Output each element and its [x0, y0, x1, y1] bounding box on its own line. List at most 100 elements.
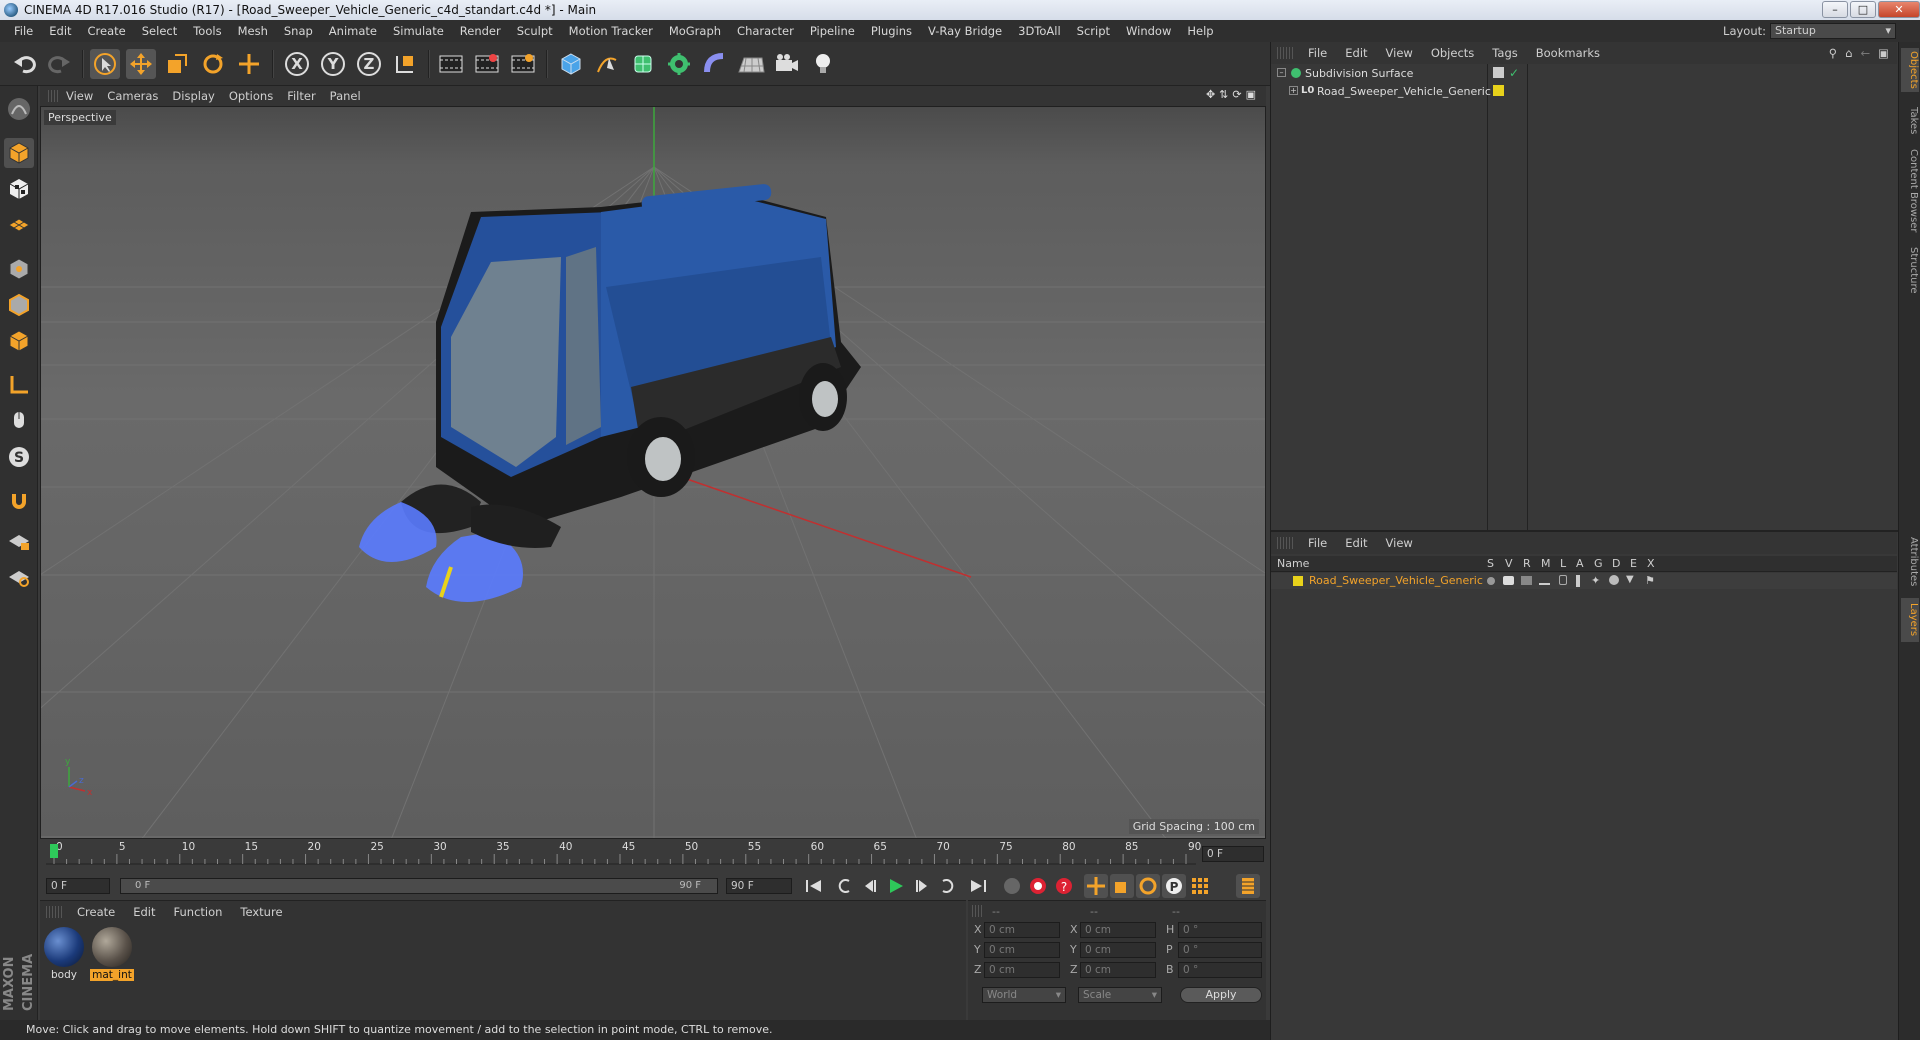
expand-icon[interactable]: +	[1289, 86, 1298, 95]
panel-grip-icon[interactable]	[46, 906, 64, 918]
layer-row[interactable]: Road_Sweeper_Vehicle_Generic ✦ ▼ ⚑	[1271, 573, 1897, 589]
size-x-field[interactable]: 0 cm	[1080, 922, 1156, 938]
object-name[interactable]: Subdivision Surface	[1305, 67, 1413, 80]
coord-mode-select[interactable]: World ▾	[982, 987, 1066, 1003]
minimize-button[interactable]: –	[1822, 1, 1848, 18]
render-view-icon[interactable]	[436, 49, 466, 79]
mat-menu-create[interactable]: Create	[68, 905, 124, 919]
undo-icon[interactable]	[10, 49, 40, 79]
pen-spline-icon[interactable]	[592, 49, 622, 79]
position-z-field[interactable]: 0 cm	[984, 962, 1060, 978]
subdivision-icon[interactable]	[628, 49, 658, 79]
timeline-playhead[interactable]	[50, 844, 58, 858]
mat-menu-edit[interactable]: Edit	[124, 905, 164, 919]
redo-icon[interactable]	[44, 49, 74, 79]
vp-menu-options[interactable]: Options	[225, 89, 283, 103]
tab-structure[interactable]: Structure	[1901, 242, 1919, 298]
vp-menu-filter[interactable]: Filter	[283, 89, 325, 103]
menu-3dtoall[interactable]: 3DToAll	[1010, 20, 1069, 42]
layer-menu-edit[interactable]: Edit	[1336, 536, 1376, 550]
layer-render-icon[interactable]	[1521, 576, 1532, 585]
size-mode-select[interactable]: Scale ▾	[1078, 987, 1162, 1003]
menu-animate[interactable]: Animate	[321, 20, 385, 42]
vp-menu-cameras[interactable]: Cameras	[103, 89, 168, 103]
make-editable-icon[interactable]	[4, 94, 34, 124]
panel-grip-icon[interactable]	[972, 905, 982, 917]
y-axis-icon[interactable]: Y	[318, 49, 348, 79]
menu-script[interactable]: Script	[1069, 20, 1118, 42]
key-parameter-icon[interactable]: P	[1162, 874, 1186, 898]
rotate-icon[interactable]	[198, 49, 228, 79]
key-position-icon[interactable]	[1084, 874, 1108, 898]
position-y-field[interactable]: 0 cm	[984, 942, 1060, 958]
menu-create[interactable]: Create	[80, 20, 134, 42]
size-z-field[interactable]: 0 cm	[1080, 962, 1156, 978]
snap-magnet-icon[interactable]	[4, 486, 34, 516]
enabled-check-icon[interactable]: ✓	[1509, 66, 1519, 80]
scale-icon[interactable]	[162, 49, 192, 79]
layer-manager-icon[interactable]	[1539, 576, 1550, 585]
floor-icon[interactable]	[736, 49, 766, 79]
layer-deformers-icon[interactable]	[1609, 575, 1619, 585]
layer-menu-file[interactable]: File	[1299, 536, 1336, 550]
camera-icon[interactable]	[772, 49, 802, 79]
obj-menu-file[interactable]: File	[1299, 46, 1336, 60]
menu-file[interactable]: File	[6, 20, 41, 42]
render-settings-icon[interactable]	[508, 49, 538, 79]
solo-mode-icon[interactable]: S	[4, 442, 34, 472]
menu-pipeline[interactable]: Pipeline	[802, 20, 863, 42]
current-frame-field[interactable]: 0 F	[1202, 846, 1264, 862]
menu-sculpt[interactable]: Sculpt	[509, 20, 561, 42]
tweak-mode-icon[interactable]	[4, 406, 34, 436]
home-icon[interactable]: ⌂	[1845, 46, 1852, 60]
workplane-lock-icon[interactable]	[4, 526, 34, 556]
close-button[interactable]: ✕	[1878, 1, 1920, 18]
layer-generators-icon[interactable]: ✦	[1591, 574, 1600, 587]
x-axis-icon[interactable]: X	[282, 49, 312, 79]
edges-mode-icon[interactable]	[4, 290, 34, 320]
menu-tools[interactable]: Tools	[185, 20, 229, 42]
menu-snap[interactable]: Snap	[276, 20, 321, 42]
tab-attributes[interactable]: Attributes	[1901, 532, 1919, 592]
obj-menu-edit[interactable]: Edit	[1336, 46, 1376, 60]
vp-menu-view[interactable]: View	[62, 89, 103, 103]
layer-color-tag-icon[interactable]	[1493, 85, 1504, 96]
key-rotation-icon[interactable]	[1136, 874, 1160, 898]
collapse-icon[interactable]: –	[1277, 68, 1286, 77]
timeline-window-icon[interactable]	[1236, 874, 1260, 898]
timeline-ruler[interactable]: 0 5 10 15 20 25 30 35 40 45 50 55 60 65 70 75 80 85 90 0 F	[40, 840, 1266, 870]
viewport-maximize-icon[interactable]: ▣	[1246, 88, 1256, 101]
mat-menu-function[interactable]: Function	[165, 905, 232, 919]
render-picture-viewer-icon[interactable]	[472, 49, 502, 79]
menu-select[interactable]: Select	[134, 20, 185, 42]
viewport-rotate-icon[interactable]: ⟳	[1232, 88, 1241, 101]
obj-menu-view[interactable]: View	[1377, 46, 1422, 60]
previous-frame-icon[interactable]	[858, 874, 882, 898]
layer-xref-icon[interactable]: ⚑	[1645, 574, 1655, 587]
size-y-field[interactable]: 0 cm	[1080, 942, 1156, 958]
menu-character[interactable]: Character	[729, 20, 802, 42]
menu-motion-tracker[interactable]: Motion Tracker	[561, 20, 661, 42]
z-axis-icon[interactable]: Z	[354, 49, 384, 79]
axis-mode-icon[interactable]	[4, 370, 34, 400]
material-swatch[interactable]: body	[42, 925, 86, 983]
previous-key-icon[interactable]	[832, 874, 856, 898]
move-icon[interactable]	[126, 49, 156, 79]
cube-icon[interactable]	[556, 49, 586, 79]
rotation-p-field[interactable]: 0 °	[1178, 942, 1262, 958]
panel-grip-icon[interactable]	[48, 90, 58, 102]
panel-grip-icon[interactable]	[1277, 47, 1295, 59]
points-mode-icon[interactable]	[4, 254, 34, 284]
key-scale-icon[interactable]	[1110, 874, 1134, 898]
obj-menu-tags[interactable]: Tags	[1483, 46, 1526, 60]
object-row-road-sweeper[interactable]: + L0 Road_Sweeper_Vehicle_Generic	[1275, 84, 1895, 100]
goto-end-icon[interactable]	[966, 874, 990, 898]
road-sweeper-model[interactable]	[359, 183, 861, 602]
rotation-h-field[interactable]: 0 °	[1178, 922, 1262, 938]
menu-help[interactable]: Help	[1179, 20, 1221, 42]
key-pla-icon[interactable]	[1188, 874, 1212, 898]
tab-takes[interactable]: Takes	[1901, 102, 1919, 140]
position-x-field[interactable]: 0 cm	[984, 922, 1060, 938]
tab-objects[interactable]: Objects	[1901, 48, 1919, 92]
mat-menu-texture[interactable]: Texture	[231, 905, 291, 919]
